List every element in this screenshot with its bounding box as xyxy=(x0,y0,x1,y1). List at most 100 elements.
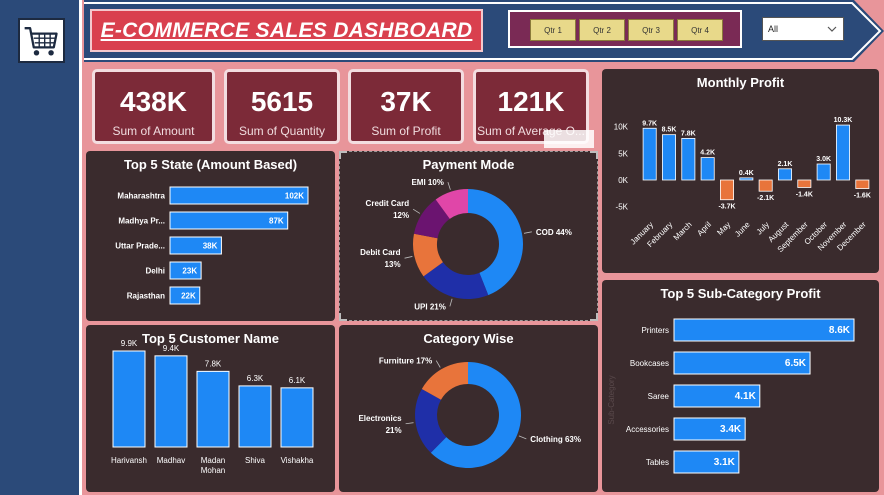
data-label: 6.1K xyxy=(289,376,306,385)
slice-label: COD 44% xyxy=(536,228,572,237)
data-label: -2.1K xyxy=(757,195,774,202)
bar xyxy=(720,179,734,201)
kpi-card-quantity: 5615 Sum of Quantity xyxy=(224,69,340,144)
sub-category-chart: Printers 8.6K Bookcases 6.5K Saree 4.1K Access… xyxy=(607,318,855,474)
bar xyxy=(778,168,792,181)
chevron-down-icon[interactable] xyxy=(826,23,838,35)
data-label: 7.8K xyxy=(681,130,696,137)
data-label: 8.5K xyxy=(662,127,677,134)
data-label: -1.6K xyxy=(854,193,871,200)
slice-label: Clothing 63% xyxy=(530,435,581,444)
sub-category-panel: Top 5 Sub-Category Profit Printers 8.6K Bo… xyxy=(602,280,879,492)
data-label: -1.4K xyxy=(796,191,813,198)
data-label: -3.7K xyxy=(718,204,735,211)
data-label: 0.4K xyxy=(739,170,754,177)
x-tick-label: April xyxy=(695,220,713,238)
category-label: Uttar Prade... xyxy=(115,242,165,251)
top-state-chart: Maharashtra 102K Madhya Pr... 87K Uttar Prad… xyxy=(115,186,309,305)
category-label: Madhya Pr... xyxy=(118,217,165,226)
category-wise-panel: Category Wise Clothing 63% Electronics 21%… xyxy=(339,325,598,492)
slice-label: UPI 21% xyxy=(414,302,446,311)
kpi-value: 37K xyxy=(380,86,432,117)
leader-line xyxy=(435,360,441,368)
slice-label: Furniture 17% xyxy=(379,357,432,366)
bar xyxy=(758,179,773,192)
x-tick-label: June xyxy=(733,220,752,239)
monthly-profit-chart: 10K5K0K-5K9.7KJanuary8.5KFebruary7.8KMar… xyxy=(614,117,871,254)
data-label: 3.0K xyxy=(816,156,831,163)
bar xyxy=(642,127,657,181)
slice-label: 21% xyxy=(386,426,402,435)
bar xyxy=(280,387,314,448)
qtr-1-button[interactable]: Qtr 1 xyxy=(530,19,576,41)
data-label: 9.9K xyxy=(121,339,138,348)
category-label: Printers xyxy=(641,326,669,335)
qtr-3-button[interactable]: Qtr 3 xyxy=(628,19,674,41)
leader-line xyxy=(405,422,414,425)
data-label: 6.3K xyxy=(247,374,264,383)
data-label: 22K xyxy=(181,292,196,301)
data-label: 23K xyxy=(182,267,197,276)
slice-label: 13% xyxy=(385,260,401,269)
dashboard-title: E-COMMERCE SALES DASHBOARD xyxy=(90,9,483,52)
bar xyxy=(196,370,230,448)
bar xyxy=(673,318,855,342)
data-label: 7.8K xyxy=(205,359,222,368)
y-tick-label: 0K xyxy=(618,176,628,185)
kpi-label: Sum of Profit xyxy=(371,124,441,138)
qtr-2-button[interactable]: Qtr 2 xyxy=(579,19,625,41)
leader-line xyxy=(518,435,527,440)
category-label: Tables xyxy=(646,458,669,467)
top-customer-chart: 9.9K Harivansh 9.4K Madhav 7.8K MadanMohan 6.3… xyxy=(111,339,314,475)
bar xyxy=(112,350,146,448)
category-label: Madhav xyxy=(157,456,185,465)
left-rail xyxy=(0,0,82,495)
top-state-panel: Top 5 State (Amount Based) Maharashtra 10… xyxy=(86,151,335,321)
category-label: Vishakha xyxy=(281,456,314,465)
y-axis-label: Sub-Category xyxy=(607,375,616,424)
bar xyxy=(797,179,812,188)
kpi-value: 121K xyxy=(497,86,565,117)
leader-line xyxy=(449,298,453,307)
y-tick-label: 5K xyxy=(618,149,628,158)
leader-line xyxy=(412,208,421,214)
quarter-slicer: Qtr 1 Qtr 2 Qtr 3 Qtr 4 xyxy=(508,10,742,48)
leader-line xyxy=(447,182,451,190)
category-label: Rajasthan xyxy=(127,292,165,301)
data-label: 10.3K xyxy=(834,117,853,124)
category-label: Saree xyxy=(648,392,670,401)
y-tick-label: 10K xyxy=(614,123,629,132)
slice-label: Electronics xyxy=(358,414,402,423)
category-label: Bookcases xyxy=(630,359,669,368)
category-wise-chart: Clothing 63% Electronics 21% Furniture 17% xyxy=(358,357,581,468)
qtr-4-button[interactable]: Qtr 4 xyxy=(677,19,723,41)
payment-mode-panel: Payment Mode COD 44% UPI 21% Debit Card 13%… xyxy=(339,151,598,321)
data-label: 9.4K xyxy=(163,344,180,353)
bar xyxy=(700,157,715,181)
filter-dropdown[interactable]: All xyxy=(762,17,844,41)
bar xyxy=(836,124,850,181)
payment-mode-chart: COD 44% UPI 21% Debit Card 13% Credit Card 12… xyxy=(360,178,572,311)
bar xyxy=(154,355,188,448)
data-label: 3.4K xyxy=(720,424,742,435)
slice-label: EMI 10% xyxy=(411,178,443,187)
category-label: Shiva xyxy=(245,456,266,465)
slice-label: Credit Card xyxy=(366,199,410,208)
data-label: 4.1K xyxy=(735,391,757,402)
kpi-value: 438K xyxy=(120,86,187,117)
dashboard-title-text: E-COMMERCE SALES DASHBOARD xyxy=(100,18,473,42)
data-label: 6.5K xyxy=(785,358,807,369)
leader-line xyxy=(523,231,532,234)
dropdown-value: All xyxy=(768,24,779,34)
data-label: 3.1K xyxy=(714,457,736,468)
top-customer-panel: Top 5 Customer Name 9.9K Harivansh 9.4K Mad… xyxy=(86,325,335,492)
kpi-label: Sum of Quantity xyxy=(238,124,326,138)
x-tick-label: May xyxy=(715,220,732,237)
y-tick-label: -5K xyxy=(616,203,629,212)
data-label: 38K xyxy=(203,242,218,251)
kpi-label: Sum of Amount xyxy=(112,124,195,138)
x-tick-label: July xyxy=(755,220,771,236)
leader-line xyxy=(404,256,413,259)
x-tick-label: March xyxy=(672,220,694,242)
category-label: Maharashtra xyxy=(117,192,165,201)
